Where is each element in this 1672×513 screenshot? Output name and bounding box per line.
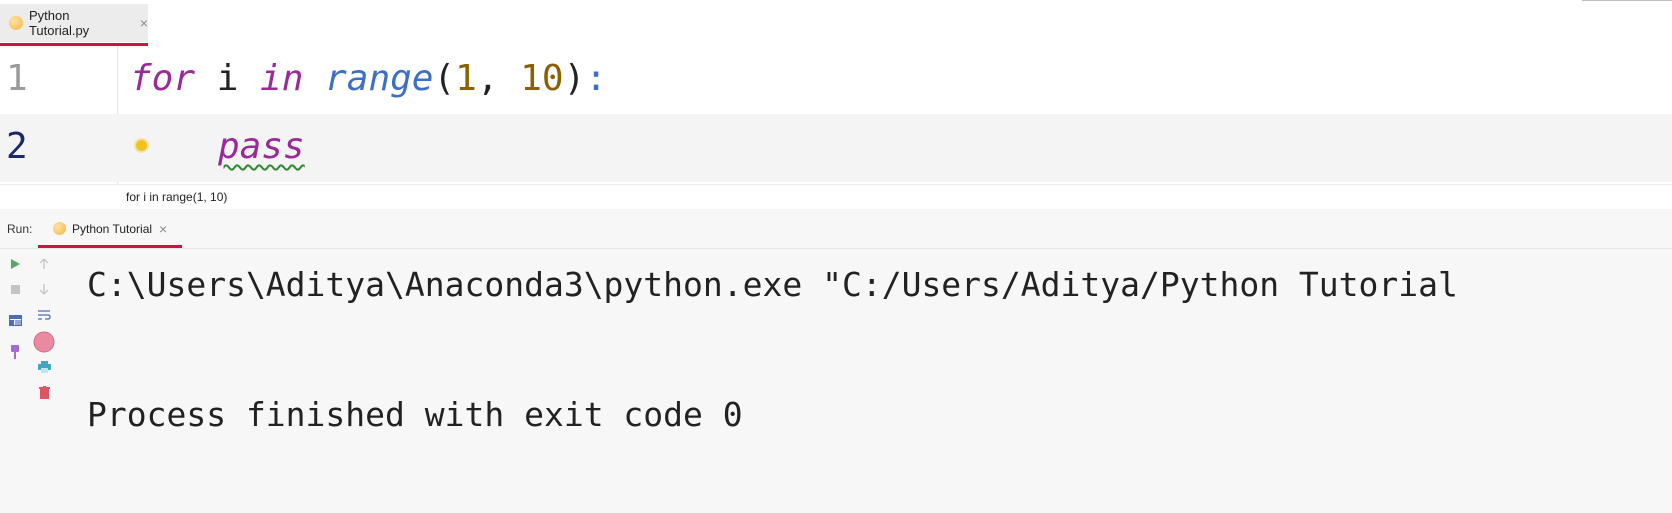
number-literal: 1 xyxy=(455,58,477,99)
number-literal: 10 xyxy=(520,58,564,99)
code-text[interactable]: for i in range(1, 10): xyxy=(130,58,607,99)
active-run-tab-indicator xyxy=(38,245,182,248)
keyword-for: for xyxy=(130,58,196,99)
run-tool-window-header: Run: Python Tutorial × xyxy=(0,209,1672,249)
console-output-line: Process finished with exit code 0 xyxy=(87,395,743,434)
scroll-down-icon[interactable] xyxy=(36,281,52,297)
clear-all-icon[interactable] xyxy=(36,384,52,400)
file-tab-python-tutorial[interactable]: Python Tutorial.py × xyxy=(0,4,148,46)
keyword-pass: pass xyxy=(218,126,305,167)
soft-wrap-icon[interactable] xyxy=(36,307,52,323)
loop-variable: i xyxy=(195,58,261,99)
run-tab-label: Python Tutorial xyxy=(72,221,153,236)
python-file-icon xyxy=(9,16,23,30)
close-run-tab-icon[interactable]: × xyxy=(159,221,167,237)
open-paren: ( xyxy=(433,58,456,99)
intention-bulb-icon[interactable] xyxy=(136,140,147,151)
rerun-icon[interactable] xyxy=(7,256,23,272)
code-line-2[interactable]: 2 pass xyxy=(0,114,1672,182)
run-label: Run: xyxy=(7,222,33,236)
code-line-1[interactable]: 1 for i in range(1, 10): xyxy=(0,46,1672,114)
colon: : xyxy=(585,58,607,99)
pin-icon[interactable] xyxy=(7,344,23,360)
stop-icon[interactable] xyxy=(7,281,23,297)
breadcrumb-bar: for i in range(1, 10) xyxy=(0,184,1672,210)
python-run-config-icon xyxy=(53,222,66,235)
restore-layout-icon[interactable] xyxy=(7,312,23,328)
line-number: 2 xyxy=(6,126,28,167)
window-edge-line xyxy=(1582,0,1672,1)
run-tab-python-tutorial[interactable]: Python Tutorial × xyxy=(38,209,182,248)
scroll-to-end-icon[interactable] xyxy=(33,331,55,353)
file-tab-label: Python Tutorial.py xyxy=(28,8,90,38)
scroll-up-icon[interactable] xyxy=(36,256,52,272)
console-output-line: C:\Users\Aditya\Anaconda3\python.exe "C:… xyxy=(87,265,1458,304)
editor-tab-bar: Python Tutorial.py × xyxy=(0,0,1672,46)
print-icon[interactable] xyxy=(36,359,52,375)
comma: , xyxy=(476,58,521,99)
builtin-range: range xyxy=(325,58,434,99)
keyword-in: in xyxy=(260,58,304,99)
close-tab-icon[interactable]: × xyxy=(140,15,148,31)
close-paren: ) xyxy=(563,58,586,99)
run-console[interactable]: C:\Users\Aditya\Anaconda3\python.exe "C:… xyxy=(0,249,1672,513)
line-number: 1 xyxy=(6,58,28,99)
code-text[interactable]: pass xyxy=(218,126,305,167)
breadcrumb[interactable]: for i in range(1, 10) xyxy=(126,190,227,204)
code-editor[interactable]: 1 for i in range(1, 10): 2 pass xyxy=(0,46,1672,184)
